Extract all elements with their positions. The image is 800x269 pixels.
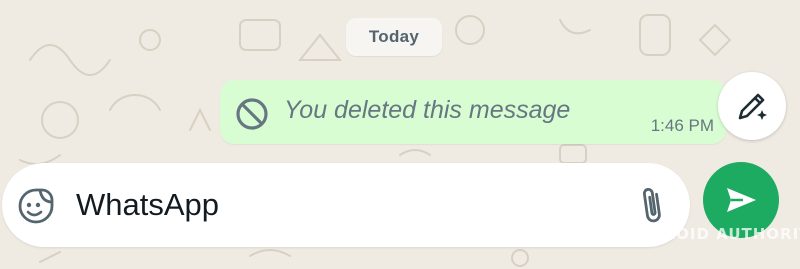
edit-pencil-sparkle-icon [738, 93, 767, 120]
ban-icon [236, 98, 268, 130]
date-chip: Today [346, 18, 442, 56]
paperclip-icon[interactable] [634, 183, 670, 227]
message-input[interactable]: WhatsApp [76, 187, 219, 223]
send-icon [727, 188, 756, 212]
deleted-message-bubble[interactable]: You deleted this message 1:46 PM [220, 80, 726, 144]
message-timestamp: 1:46 PM [650, 116, 714, 135]
sticker-icon[interactable] [16, 186, 56, 226]
edit-fab-button[interactable] [718, 72, 786, 140]
deleted-message-text: You deleted this message [284, 96, 571, 124]
watermark: ANDROID AUTHORITY [624, 225, 800, 243]
message-composer[interactable]: WhatsApp [2, 163, 690, 247]
